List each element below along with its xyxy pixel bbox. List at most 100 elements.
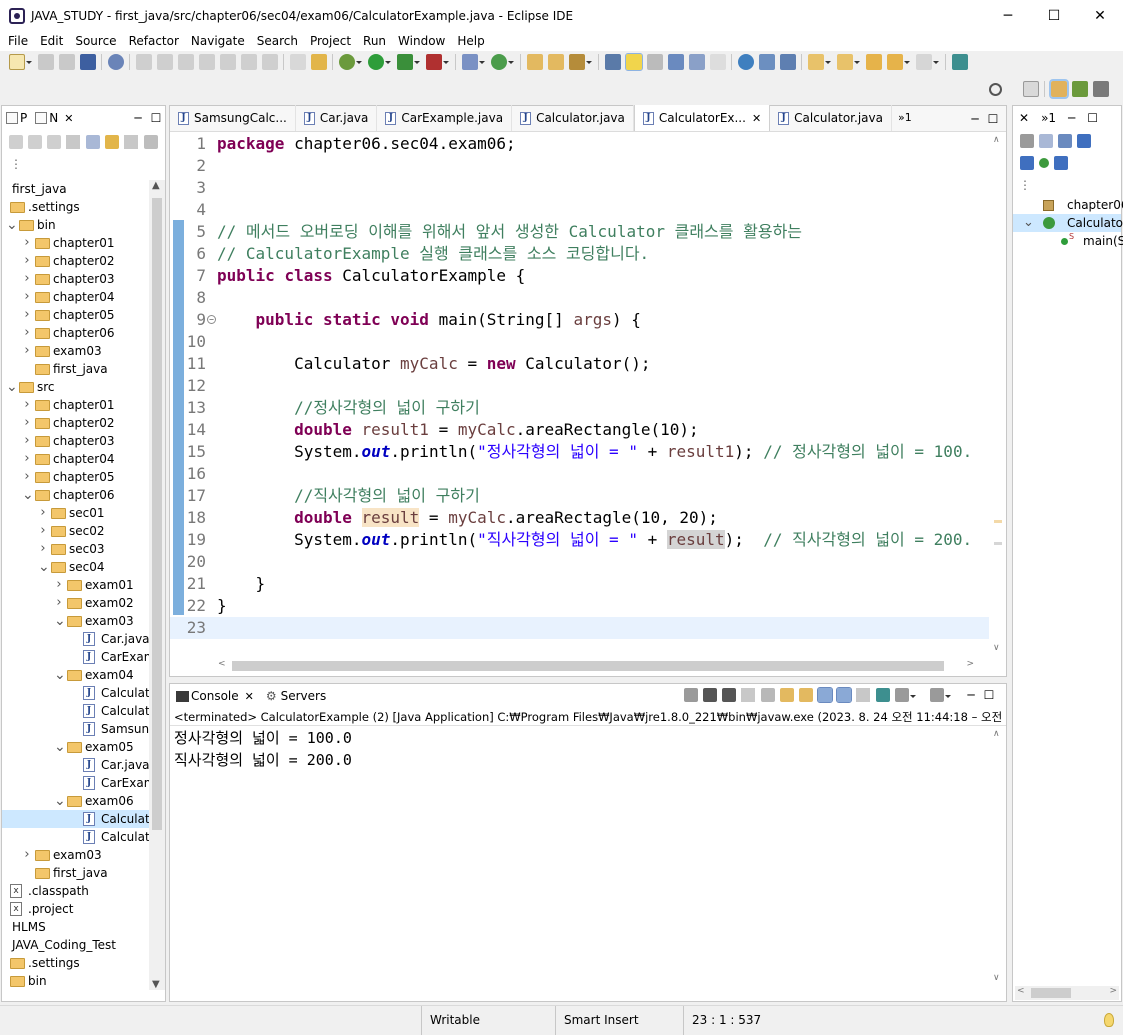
menu-refactor[interactable]: Refactor [123, 34, 185, 48]
collapse-all-icon[interactable] [85, 135, 100, 149]
block-selection-icon[interactable] [667, 54, 684, 70]
minimize-button[interactable]: ─ [985, 0, 1031, 31]
debug-dropdown-icon[interactable] [356, 54, 362, 70]
outline-horizontal-scrollbar[interactable]: < > [1015, 986, 1119, 1000]
chevron-down-icon[interactable]: ⌄ [54, 612, 66, 630]
suspend-icon[interactable] [156, 54, 173, 70]
chevron-right-icon[interactable]: › [22, 234, 32, 252]
disconnect-icon[interactable] [198, 54, 215, 70]
menu-source[interactable]: Source [69, 34, 122, 48]
run-dropdown-icon[interactable] [385, 54, 391, 70]
display-console-icon[interactable] [894, 688, 909, 702]
editor-vertical-scrollbar[interactable]: ∧ ∨ [989, 133, 1006, 657]
code-line[interactable]: 17 //직사각형의 넓이 구하기 [170, 485, 990, 507]
toggle-mark-occurrences-icon[interactable] [604, 54, 621, 70]
new-java-dropdown-icon[interactable] [479, 54, 485, 70]
tree-item[interactable]: J Calculator [2, 702, 150, 720]
tree-item[interactable]: ⌄ src [2, 378, 150, 396]
chevron-right-icon[interactable]: › [22, 342, 32, 360]
tree-item[interactable]: ⌄ sec04 [2, 558, 150, 576]
hide-static-icon[interactable] [1019, 156, 1034, 170]
java-ee-perspective-icon[interactable] [1048, 79, 1069, 99]
chevron-right-icon[interactable]: › [22, 846, 32, 864]
occurrence-marker[interactable] [994, 542, 1002, 545]
minimize-view-icon[interactable]: ─ [962, 688, 980, 702]
editor-tab[interactable]: J SamsungCalc... [170, 105, 296, 131]
chevron-right-icon[interactable]: › [22, 468, 32, 486]
editor-tab[interactable]: J Calculator.java [770, 105, 892, 131]
menu-navigate[interactable]: Navigate [185, 34, 251, 48]
editor-scroll-thumb[interactable] [232, 661, 944, 671]
menu-help[interactable]: Help [451, 34, 490, 48]
code-line[interactable]: 10 [170, 331, 990, 353]
tree-item[interactable]: › sec01 [2, 504, 150, 522]
save-icon[interactable] [37, 54, 54, 70]
open-console-dropdown-icon[interactable] [945, 688, 959, 702]
sort-icon[interactable] [1057, 134, 1072, 148]
last-edit-location-icon[interactable] [865, 54, 882, 70]
console-scrollbar[interactable]: ∧ ∨ [989, 727, 1006, 985]
debug-icon[interactable] [338, 54, 355, 70]
explorer-scroll-thumb[interactable] [152, 198, 162, 830]
chevron-down-icon[interactable]: ⌄ [6, 216, 18, 234]
view-menu-icon[interactable]: ⋮ [1013, 174, 1121, 196]
outline-item[interactable]: chapter06 [1013, 196, 1123, 214]
new-java-project-icon[interactable] [461, 54, 478, 70]
menu-search[interactable]: Search [251, 34, 304, 48]
open-perspective-icon[interactable] [1022, 81, 1039, 97]
show-on-stderr-icon[interactable] [835, 687, 852, 703]
pin-console-icon[interactable] [875, 688, 890, 702]
tree-item[interactable]: › chapter05 [2, 468, 150, 486]
tree-item[interactable]: bin [2, 972, 150, 990]
tab-package-explorer[interactable]: P [2, 106, 32, 130]
next-annotation-dropdown-icon[interactable] [825, 54, 831, 70]
tree-item[interactable]: › chapter03 [2, 432, 150, 450]
maximize-button[interactable]: ☐ [1031, 0, 1077, 31]
tree-item[interactable]: › chapter06 [2, 324, 150, 342]
coverage-dropdown-icon[interactable] [414, 54, 420, 70]
tree-item[interactable]: ⌄ exam04 [2, 666, 150, 684]
chevron-right-icon[interactable]: › [22, 396, 32, 414]
tree-item[interactable]: x .project [2, 900, 150, 918]
menu-project[interactable]: Project [304, 34, 357, 48]
globe-icon[interactable] [737, 54, 754, 70]
open-type-icon[interactable] [526, 54, 543, 70]
tree-item[interactable]: ⌄ exam06 [2, 792, 150, 810]
chevron-right-icon[interactable]: › [22, 252, 32, 270]
filters-icon[interactable] [143, 135, 158, 149]
tree-item[interactable]: ⌄ bin [2, 216, 150, 234]
outline-scroll-thumb[interactable] [1031, 988, 1071, 998]
code-line[interactable]: 1 package chapter06.sec04.exam06; [170, 133, 990, 155]
hide-fields-icon[interactable] [1038, 134, 1053, 148]
code-line[interactable]: 14 double result1 = myCalc.areaRectangle… [170, 419, 990, 441]
code-line[interactable]: 11 Calculator myCalc = new Calculator(); [170, 353, 990, 375]
scroll-up-icon[interactable]: ∧ [993, 135, 1000, 145]
search-tool-icon[interactable] [568, 54, 585, 70]
tree-item[interactable]: › exam01 [2, 576, 150, 594]
up-icon[interactable] [46, 135, 61, 149]
tree-item[interactable]: first_java [2, 180, 150, 198]
highlight-icon[interactable] [624, 53, 643, 71]
code-line[interactable]: 16 [170, 463, 990, 485]
scroll-left-icon[interactable]: < [1017, 986, 1025, 996]
code-line[interactable]: 21 } [170, 573, 990, 595]
chevron-right-icon[interactable]: › [54, 594, 64, 612]
editor-tab[interactable]: J Car.java [296, 105, 378, 131]
link-icon[interactable] [1053, 156, 1068, 170]
scroll-lock-icon[interactable] [779, 688, 794, 702]
minimize-view-icon[interactable]: ─ [129, 111, 147, 125]
code-line[interactable]: 4 [170, 199, 990, 221]
terminate-icon[interactable] [177, 54, 194, 70]
prev-annotation-dropdown-icon[interactable] [854, 54, 860, 70]
close-button[interactable]: ✕ [1077, 0, 1123, 31]
back-dropdown-icon[interactable] [904, 54, 910, 70]
chevron-right-icon[interactable]: › [22, 306, 32, 324]
close-icon[interactable]: ✕ [752, 112, 761, 125]
paragraph-icon[interactable] [709, 54, 726, 70]
code-line[interactable]: 8 [170, 287, 990, 309]
occurrence-marker[interactable] [994, 520, 1002, 523]
tree-item[interactable]: .settings [2, 954, 150, 972]
chevron-down-icon[interactable]: ⌄ [6, 378, 18, 396]
next-annotation-icon[interactable] [807, 54, 824, 70]
chevron-right-icon[interactable]: › [38, 504, 48, 522]
